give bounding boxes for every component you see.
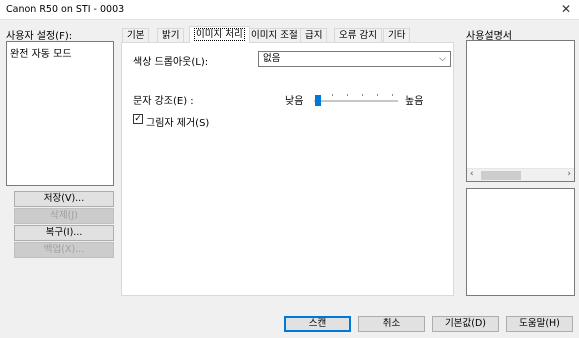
slider-thumb[interactable] [315,95,321,106]
scroll-left-icon[interactable]: ‹ [470,169,474,179]
tab-image-processing[interactable]: 이미지 처리 [189,26,250,43]
cancel-button[interactable]: 취소 [358,316,425,332]
list-item[interactable]: 완전 자동 모드 [10,45,72,60]
horizontal-scrollbar[interactable]: ‹ › [467,168,574,181]
title-bar: Canon R50 on STI - 0003 ✕ [0,0,579,20]
color-dropout-value: 없음 [263,53,281,64]
slider-low-label: 낮음 [285,96,304,107]
user-settings-label: 사용자 설정(F): [6,31,73,42]
tab-feeding[interactable]: 급지 [300,28,328,43]
backup-button[interactable]: 백업(X)... [14,242,114,258]
user-settings-list[interactable]: 완전 자동 모드 [6,41,114,186]
shadow-removal-label: 그림자 제거(S) [146,118,210,129]
slider-tick [377,94,378,96]
window-title: Canon R50 on STI - 0003 [6,4,125,15]
slider-tick [347,94,348,96]
slider-track [314,100,398,102]
chevron-down-icon: ⌵ [439,54,446,64]
tab-brightness[interactable]: 밝기 [157,28,185,43]
color-dropout-label: 색상 드롭아웃(L): [133,57,209,68]
scroll-right-icon[interactable]: › [567,169,571,179]
scan-button[interactable]: 스캔 [284,316,351,332]
edge-emphasis-label: 문자 강조(E) : [133,96,194,107]
tab-panel-image-processing: 색상 드롭아웃(L): 없음 ⌵ 문자 강조(E) : 낮음 높음 ✓ 그림자 … [121,42,454,296]
delete-button[interactable]: 삭제(J) [14,208,114,224]
help-button[interactable]: 도움말(H) [506,316,573,332]
slider-high-label: 높음 [405,96,424,107]
tab-other[interactable]: 기타 [383,28,411,43]
slider-tick [362,94,363,96]
close-icon[interactable]: ✕ [561,2,571,16]
tab-image-adjust[interactable]: 이미지 조절 [246,28,303,43]
slider-tick [392,94,393,96]
defaults-button[interactable]: 기본값(D) [432,316,499,332]
shadow-removal-checkbox[interactable]: ✓ [133,114,143,124]
edge-emphasis-slider[interactable] [312,89,402,109]
manual-detail-panel [466,188,575,296]
tab-error-detection[interactable]: 오류 감지 [334,28,382,43]
scrollbar-thumb[interactable] [481,171,521,180]
tab-basic[interactable]: 기본 [122,28,150,43]
manual-preview: ‹ › [466,40,575,182]
restore-button[interactable]: 복구(I)... [14,225,114,241]
slider-tick [332,94,333,96]
color-dropout-select[interactable]: 없음 ⌵ [258,51,451,67]
save-button[interactable]: 저장(V)... [14,191,114,207]
